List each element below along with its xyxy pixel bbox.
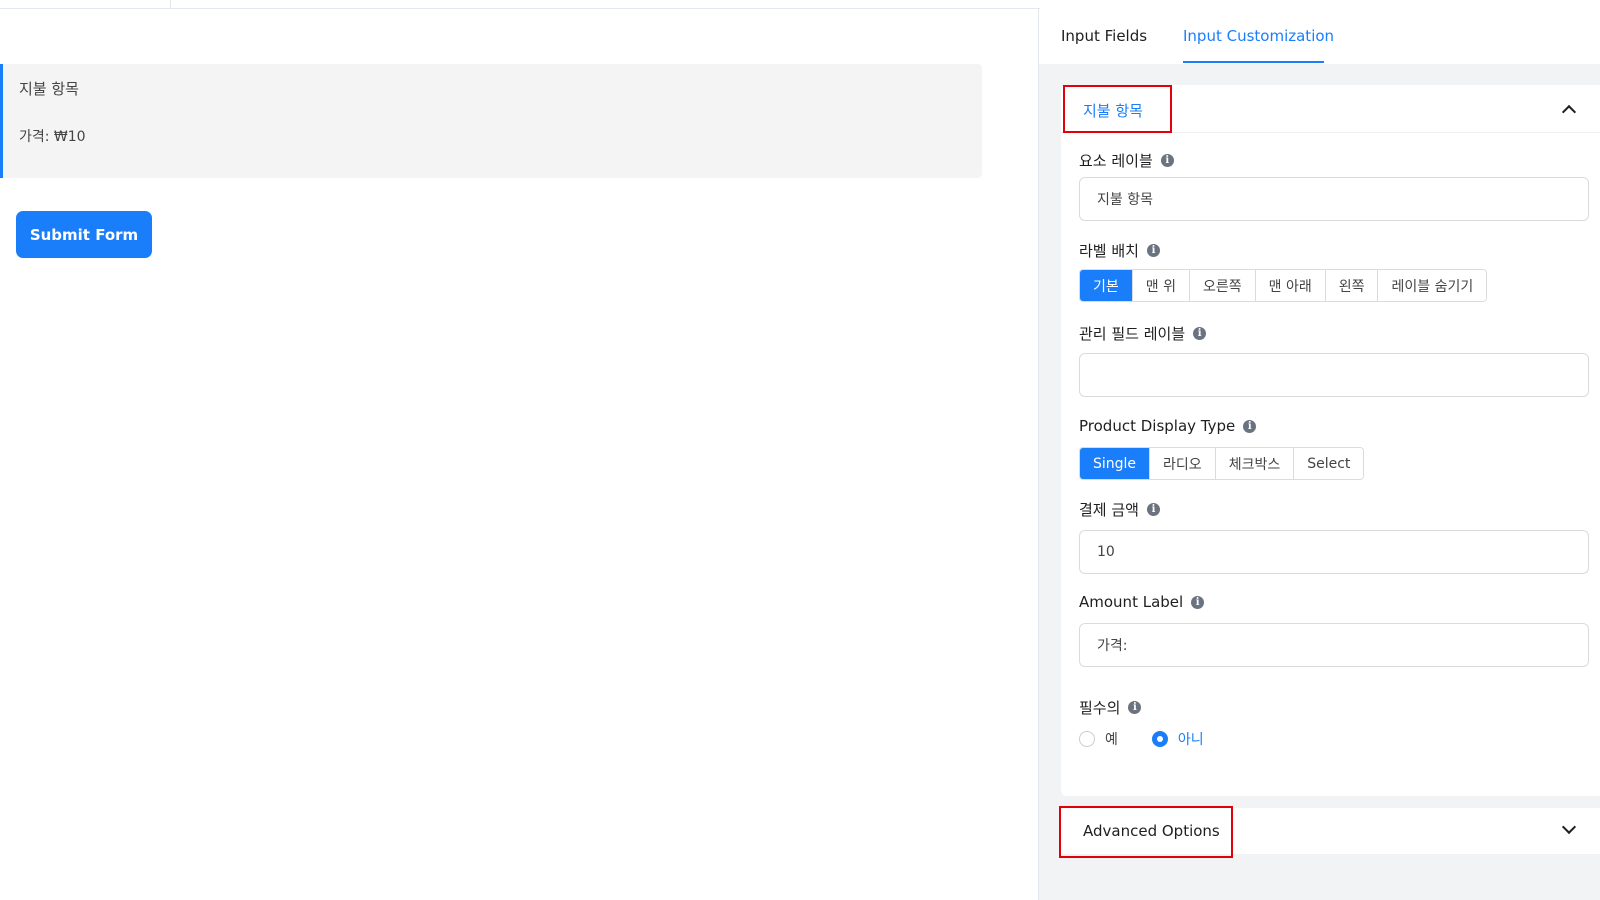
label-placement-heading: 라벨 배치 i xyxy=(1079,240,1160,261)
payment-amount-heading: 결제 금액 i xyxy=(1079,499,1160,520)
payment-amount-text: 결제 금액 xyxy=(1079,501,1139,519)
required-text: 필수의 xyxy=(1079,699,1121,717)
settings-sidebar: Input Fields Input Customization 지불 항목 요… xyxy=(1038,9,1600,900)
highlight-box-advanced-options xyxy=(1059,806,1233,858)
info-icon[interactable]: i xyxy=(1146,244,1160,257)
info-icon[interactable]: i xyxy=(1243,419,1257,433)
product-display-type-selector: Single 라디오 체크박스 Select xyxy=(1079,447,1365,480)
active-tab-indicator xyxy=(1183,61,1324,63)
info-icon[interactable]: i xyxy=(1160,154,1174,167)
label-placement-option-hide[interactable]: 레이블 숨기기 xyxy=(1378,270,1487,301)
preview-field-label: 지불 항목 xyxy=(19,80,79,98)
chevron-down-icon[interactable] xyxy=(1561,819,1577,835)
element-label-input[interactable] xyxy=(1079,177,1589,221)
admin-field-label-text: 관리 필드 레이블 xyxy=(1079,325,1186,343)
display-type-option-single[interactable]: Single xyxy=(1080,448,1151,479)
required-heading: 필수의 i xyxy=(1079,697,1142,718)
sidebar-tabs: Input Fields Input Customization xyxy=(1039,9,1600,64)
amount-label-heading: Amount Label i xyxy=(1079,593,1205,611)
admin-field-label-input[interactable] xyxy=(1079,353,1589,397)
label-placement-option-top[interactable]: 맨 위 xyxy=(1132,270,1190,301)
admin-field-label-heading: 관리 필드 레이블 i xyxy=(1079,323,1207,344)
highlight-box-panel-title xyxy=(1063,85,1172,133)
form-canvas: 지불 항목 가격: ₩10 Submit Form xyxy=(0,0,1038,900)
chevron-up-icon[interactable] xyxy=(1561,104,1577,120)
element-label-heading: 요소 레이블 i xyxy=(1079,150,1174,171)
info-icon[interactable]: i xyxy=(1128,701,1142,714)
info-icon[interactable]: i xyxy=(1191,595,1205,609)
required-no-radio[interactable] xyxy=(1151,731,1168,747)
payment-amount-input[interactable] xyxy=(1079,530,1589,574)
required-yes-radio[interactable] xyxy=(1079,731,1095,747)
required-radio-group: 예 아니 xyxy=(1079,729,1204,749)
label-placement-option-left[interactable]: 왼쪽 xyxy=(1325,270,1379,301)
submit-form-button[interactable]: Submit Form xyxy=(16,211,152,258)
product-display-type-text: Product Display Type xyxy=(1079,417,1236,435)
element-label-text: 요소 레이블 xyxy=(1079,152,1153,170)
display-type-option-checkbox[interactable]: 체크박스 xyxy=(1215,448,1295,479)
required-no-label[interactable]: 아니 xyxy=(1178,729,1204,749)
payment-item-preview[interactable]: 지불 항목 가격: ₩10 xyxy=(0,64,982,178)
label-placement-option-default[interactable]: 기본 xyxy=(1080,270,1133,301)
label-placement-option-right[interactable]: 오른쪽 xyxy=(1189,270,1256,301)
label-placement-text: 라벨 배치 xyxy=(1079,242,1139,260)
display-type-option-select[interactable]: Select xyxy=(1294,448,1364,479)
panel-header[interactable]: 지불 항목 xyxy=(1061,85,1600,133)
payment-item-settings-panel: 지불 항목 요소 레이블 i 라벨 배치 i 기본 맨 위 오른쪽 맨 아래 왼… xyxy=(1061,85,1600,796)
advanced-options-panel[interactable]: Advanced Options xyxy=(1059,806,1600,858)
info-icon[interactable]: i xyxy=(1193,327,1207,340)
tab-input-fields[interactable]: Input Fields xyxy=(1061,27,1147,45)
preview-price-text: 가격: ₩10 xyxy=(19,129,86,145)
amount-label-input[interactable] xyxy=(1079,623,1589,667)
label-placement-selector: 기본 맨 위 오른쪽 맨 아래 왼쪽 레이블 숨기기 xyxy=(1079,269,1488,302)
required-yes-label[interactable]: 예 xyxy=(1105,729,1118,749)
label-placement-option-bottom[interactable]: 맨 아래 xyxy=(1255,270,1326,301)
tab-input-customization[interactable]: Input Customization xyxy=(1183,27,1334,45)
product-display-type-heading: Product Display Type i xyxy=(1079,417,1257,435)
display-type-option-radio[interactable]: 라디오 xyxy=(1150,448,1216,479)
amount-label-text: Amount Label xyxy=(1079,593,1184,611)
info-icon[interactable]: i xyxy=(1146,503,1160,516)
